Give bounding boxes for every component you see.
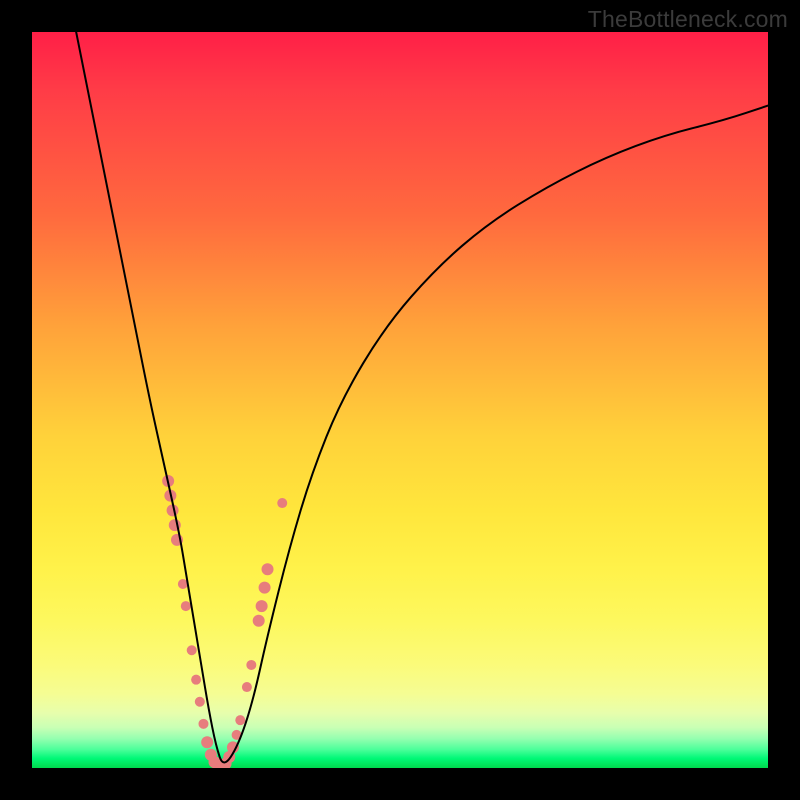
chart-plot-area <box>32 32 768 768</box>
marker-dot <box>262 563 274 575</box>
marker-dots-group <box>162 475 287 768</box>
marker-dot <box>191 675 201 685</box>
marker-dot <box>242 682 252 692</box>
marker-dot <box>256 600 268 612</box>
marker-dot <box>253 615 265 627</box>
marker-dot <box>259 582 271 594</box>
marker-dot <box>246 660 256 670</box>
marker-dot <box>277 498 287 508</box>
marker-dot <box>195 697 205 707</box>
marker-dot <box>201 736 213 748</box>
chart-svg <box>32 32 768 768</box>
marker-dot <box>198 719 208 729</box>
bottleneck-curve-path <box>76 32 768 762</box>
marker-dot <box>235 715 245 725</box>
marker-dot <box>187 645 197 655</box>
watermark-text: TheBottleneck.com <box>588 6 788 33</box>
marker-dot <box>181 601 191 611</box>
chart-frame: TheBottleneck.com <box>0 0 800 800</box>
